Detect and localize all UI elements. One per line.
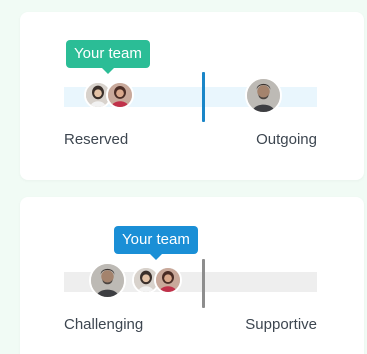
scale-midpoint-marker	[202, 259, 205, 308]
woman-red-avatar[interactable]	[106, 81, 134, 109]
man-avatar[interactable]	[245, 77, 282, 114]
trait-scale-card-reserved-outgoing: Your team Reserved Outgoing	[20, 12, 364, 180]
scale-left-label: Challenging	[64, 316, 144, 333]
scale-right-label: Outgoing	[256, 131, 317, 148]
scale-left-label: Reserved	[64, 131, 129, 148]
your-team-tooltip: Your team	[66, 40, 150, 74]
woman-red-avatar[interactable]	[154, 266, 182, 294]
scale-midpoint-marker	[202, 72, 205, 122]
scale-right-label: Supportive	[245, 316, 317, 333]
your-team-tooltip: Your team	[114, 226, 198, 260]
man-avatar[interactable]	[89, 262, 126, 299]
trait-scale-card-challenging-supportive: Your team Challenging Supportive	[20, 197, 364, 354]
